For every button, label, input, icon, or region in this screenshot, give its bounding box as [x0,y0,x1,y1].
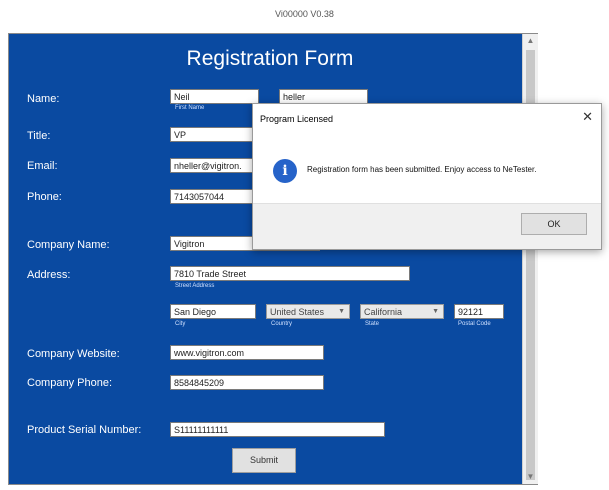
country-sublabel: Country [271,321,293,327]
product-serial-input[interactable]: S11111111111 [170,422,385,437]
city-input[interactable]: San Diego [170,304,256,319]
info-icon: i [273,159,297,183]
company-name-label: Company Name: [27,239,110,251]
title-label: Title: [27,130,51,142]
close-icon[interactable]: ✕ [582,109,593,125]
state-select-value: California [364,307,403,317]
scroll-up-icon[interactable]: ▲ [523,34,538,48]
product-serial-label: Product Serial Number: [27,424,142,436]
street-address-input[interactable]: 7810 Trade Street [170,266,410,281]
country-select[interactable]: United States ▼ [266,304,350,319]
company-phone-input[interactable]: 8584845209 [170,375,324,390]
program-licensed-dialog: Program Licensed ✕ i Registration form h… [252,103,602,250]
registration-form: Registration Form Name: Neil First Name … [8,33,538,485]
street-address-sublabel: Street Address [175,283,215,289]
city-sublabel: City [175,321,186,327]
name-label: Name: [27,93,60,105]
company-phone-label: Company Phone: [27,377,112,389]
address-label: Address: [27,269,71,281]
first-name-input[interactable]: Neil [170,89,259,104]
company-website-input[interactable]: www.vigitron.com [170,345,324,360]
ok-button[interactable]: OK [521,213,587,235]
dialog-title: Program Licensed [260,114,334,124]
company-website-label: Company Website: [27,348,120,360]
phone-label: Phone: [27,191,62,203]
state-select[interactable]: California ▼ [360,304,444,319]
email-label: Email: [27,160,58,172]
state-sublabel: State [365,321,380,327]
chevron-down-icon: ▼ [432,308,439,315]
postal-code-sublabel: Postal Code [458,321,491,327]
window-title: Vi00000 V0.38 [275,9,334,19]
postal-code-input[interactable]: 92121 [454,304,504,319]
chevron-down-icon: ▼ [338,308,345,315]
dialog-footer: OK [253,203,601,249]
last-name-input[interactable]: heller [279,89,368,104]
form-title: Registration Form [186,47,354,70]
first-name-sublabel: First Name [175,105,205,111]
submit-button[interactable]: Submit [232,448,296,473]
dialog-message: Registration form has been submitted. En… [307,165,537,174]
form-scrollbar[interactable]: ▲ ▼ [522,34,538,484]
scroll-down-icon[interactable]: ▼ [523,470,538,484]
country-select-value: United States [270,307,325,317]
